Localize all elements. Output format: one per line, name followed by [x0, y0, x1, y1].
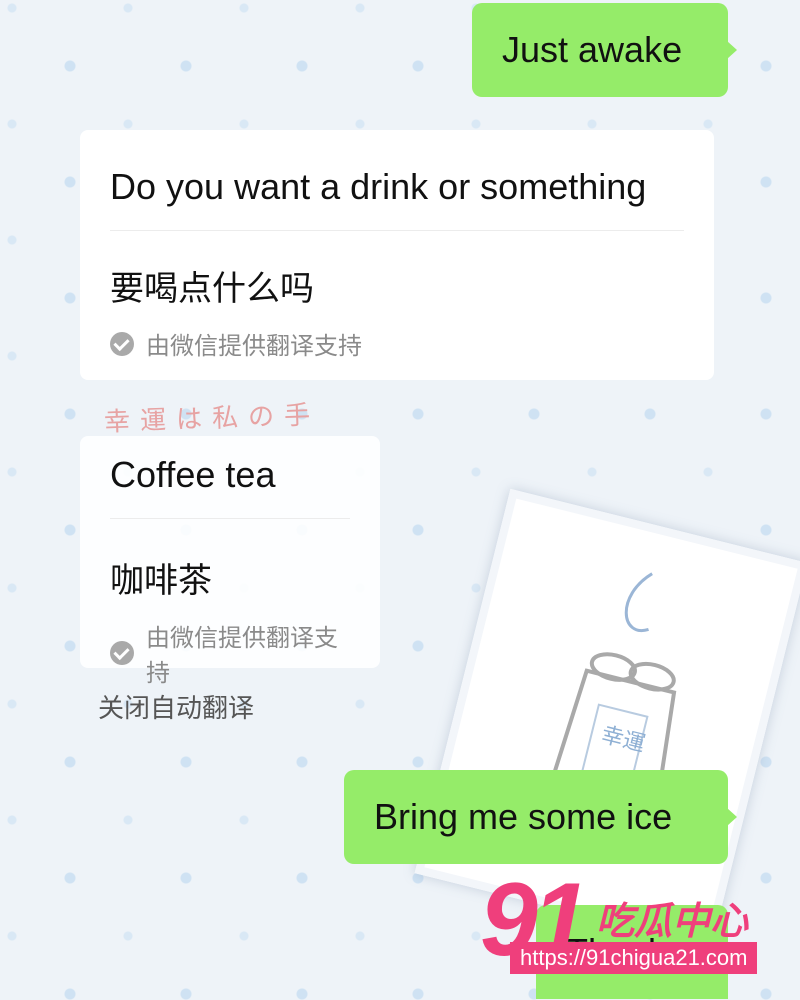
watermark-brand: 吃瓜中心 [596, 901, 749, 943]
sticker-tag-text: 幸運 [599, 723, 648, 758]
translation-note-text: 由微信提供翻译支持 [146, 333, 362, 360]
translation-note: 由微信提供翻译支持 [110, 326, 684, 361]
close-auto-translate-link[interactable]: 关闭自动翻译 [98, 688, 254, 725]
translation-note: 由微信提供翻译支持 [110, 618, 350, 688]
message-text: Coffee tea [110, 454, 276, 495]
translation-text: 咖啡茶 [110, 562, 212, 600]
message-text: Do you want a drink or something [110, 166, 647, 207]
translation-divider [110, 230, 684, 231]
check-circle-icon [110, 331, 134, 356]
received-message-bubble[interactable]: Coffee tea 咖啡茶 由微信提供翻译支持 [80, 436, 380, 687]
sent-message-bubble[interactable]: Bring me some ice [344, 770, 737, 864]
translation-note-text: 由微信提供翻译支持 [146, 625, 338, 687]
message-text: Bring me some ice [374, 796, 673, 837]
translation-text: 要喝点什么吗 [110, 270, 314, 308]
message-text: Just awake [502, 29, 683, 70]
sent-message-bubble[interactable]: Just awake [472, 3, 737, 97]
sticker-caption: 幸運は私の手 [103, 399, 321, 437]
check-circle-icon [110, 641, 134, 665]
received-message-bubble[interactable]: Do you want a drink or something 要喝点什么吗 … [80, 130, 714, 380]
watermark-url: https://91chigua21.com [510, 942, 758, 974]
translation-divider [110, 518, 350, 519]
watermark: 91 吃瓜中心 https://91chigua21.com [480, 868, 790, 988]
